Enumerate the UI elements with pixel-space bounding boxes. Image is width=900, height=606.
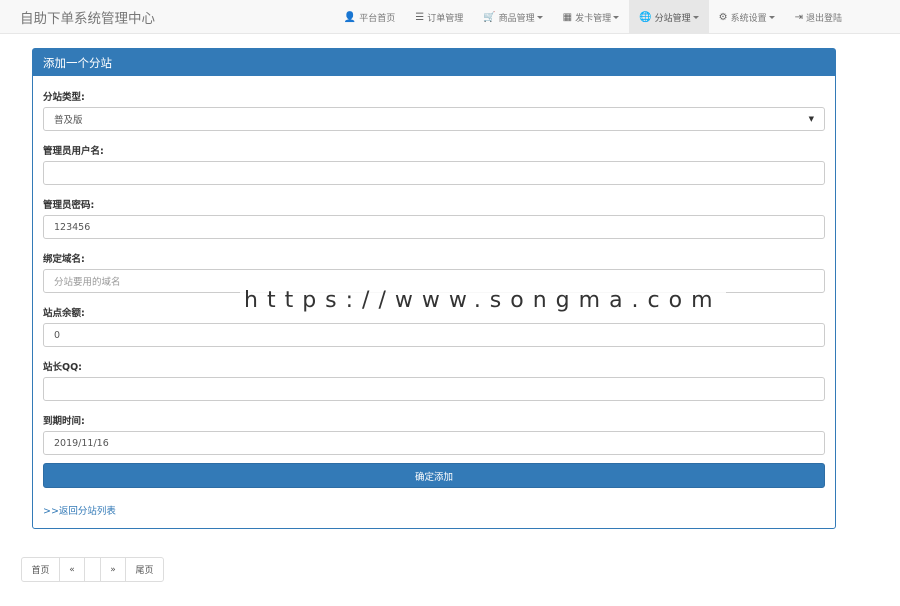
select-arrow-icon: ▼	[808, 115, 814, 123]
gear-icon: ⚙	[718, 11, 728, 23]
page-prev-button[interactable]: «	[59, 557, 85, 582]
watermark-text: https://www.songma.com	[240, 288, 726, 313]
page-first-button[interactable]: 首页	[21, 557, 60, 582]
type-select[interactable]: 普及版 ▼	[43, 107, 825, 131]
caret-down-icon	[613, 15, 620, 19]
page-current[interactable]	[84, 557, 101, 582]
expire-label: 到期时间:	[43, 416, 85, 427]
nav-item-label: 退出登陆	[805, 13, 842, 24]
admin-user-input[interactable]	[43, 161, 825, 185]
nav-item-orders[interactable]: ☰ 订单管理	[405, 0, 473, 34]
grid-icon: ▦	[562, 11, 573, 23]
field-group-admin-pass: 管理员密码: 123456	[43, 197, 825, 239]
field-group-expire: 到期时间: 2019/11/16	[43, 413, 825, 455]
field-group-qq: 站长QQ:	[43, 359, 825, 401]
qq-input[interactable]	[43, 377, 825, 401]
page-next-button[interactable]: »	[100, 557, 126, 582]
field-group-admin-user: 管理员用户名:	[43, 143, 825, 185]
expire-input[interactable]: 2019/11/16	[43, 431, 825, 455]
field-group-type: 分站类型: 普及版 ▼	[43, 89, 825, 131]
balance-input[interactable]: 0	[43, 323, 825, 347]
admin-user-label: 管理员用户名:	[43, 146, 104, 157]
nav-item-label: 发卡管理	[575, 13, 612, 24]
brand-title[interactable]: 自助下单系统管理中心	[20, 7, 155, 27]
qq-label: 站长QQ:	[43, 362, 82, 373]
globe-icon: 🌐	[639, 11, 652, 23]
nav-item-products[interactable]: 🛒 商品管理	[473, 0, 552, 34]
caret-down-icon	[536, 15, 543, 19]
admin-pass-input[interactable]: 123456	[43, 215, 825, 239]
pagination: 首页 « » 尾页	[21, 557, 164, 582]
nav-item-label: 平台首页	[359, 13, 396, 24]
caret-down-icon	[768, 15, 775, 19]
domain-label: 绑定域名:	[43, 254, 85, 265]
caret-down-icon	[692, 15, 699, 19]
nav-item-settings[interactable]: ⚙ 系统设置	[709, 0, 785, 34]
nav-menu: 👤 平台首页 ☰ 订单管理 🛒 商品管理 ▦ 发卡管理 🌐 分站管理 ⚙ 系统设…	[334, 0, 852, 34]
page-last-button[interactable]: 尾页	[125, 557, 164, 582]
nav-item-label: 订单管理	[427, 13, 464, 24]
nav-item-label: 系统设置	[730, 13, 767, 24]
submit-add-button[interactable]: 确定添加	[43, 463, 825, 488]
nav-item-home[interactable]: 👤 平台首页	[334, 0, 405, 34]
nav-item-logout[interactable]: ⇥ 退出登陆	[785, 0, 852, 34]
back-to-list-link[interactable]: >>返回分站列表	[43, 503, 116, 517]
admin-pass-label: 管理员密码:	[43, 200, 95, 211]
top-navbar: 自助下单系统管理中心 👤 平台首页 ☰ 订单管理 🛒 商品管理 ▦ 发卡管理 🌐…	[0, 0, 900, 34]
field-group-domain: 绑定域名: 分站要用的域名	[43, 251, 825, 293]
user-icon: 👤	[343, 11, 357, 23]
nav-item-cards[interactable]: ▦ 发卡管理	[553, 0, 629, 34]
panel-title: 添加一个分站	[33, 49, 835, 76]
logout-icon: ⇥	[794, 11, 803, 23]
nav-item-label: 分站管理	[654, 13, 691, 24]
nav-item-substations[interactable]: 🌐 分站管理	[629, 0, 709, 34]
cart-icon: 🛒	[483, 11, 496, 23]
type-select-value: 普及版	[54, 115, 83, 126]
nav-item-label: 商品管理	[498, 13, 535, 24]
list-icon: ☰	[415, 11, 425, 23]
type-label: 分站类型:	[43, 92, 85, 103]
